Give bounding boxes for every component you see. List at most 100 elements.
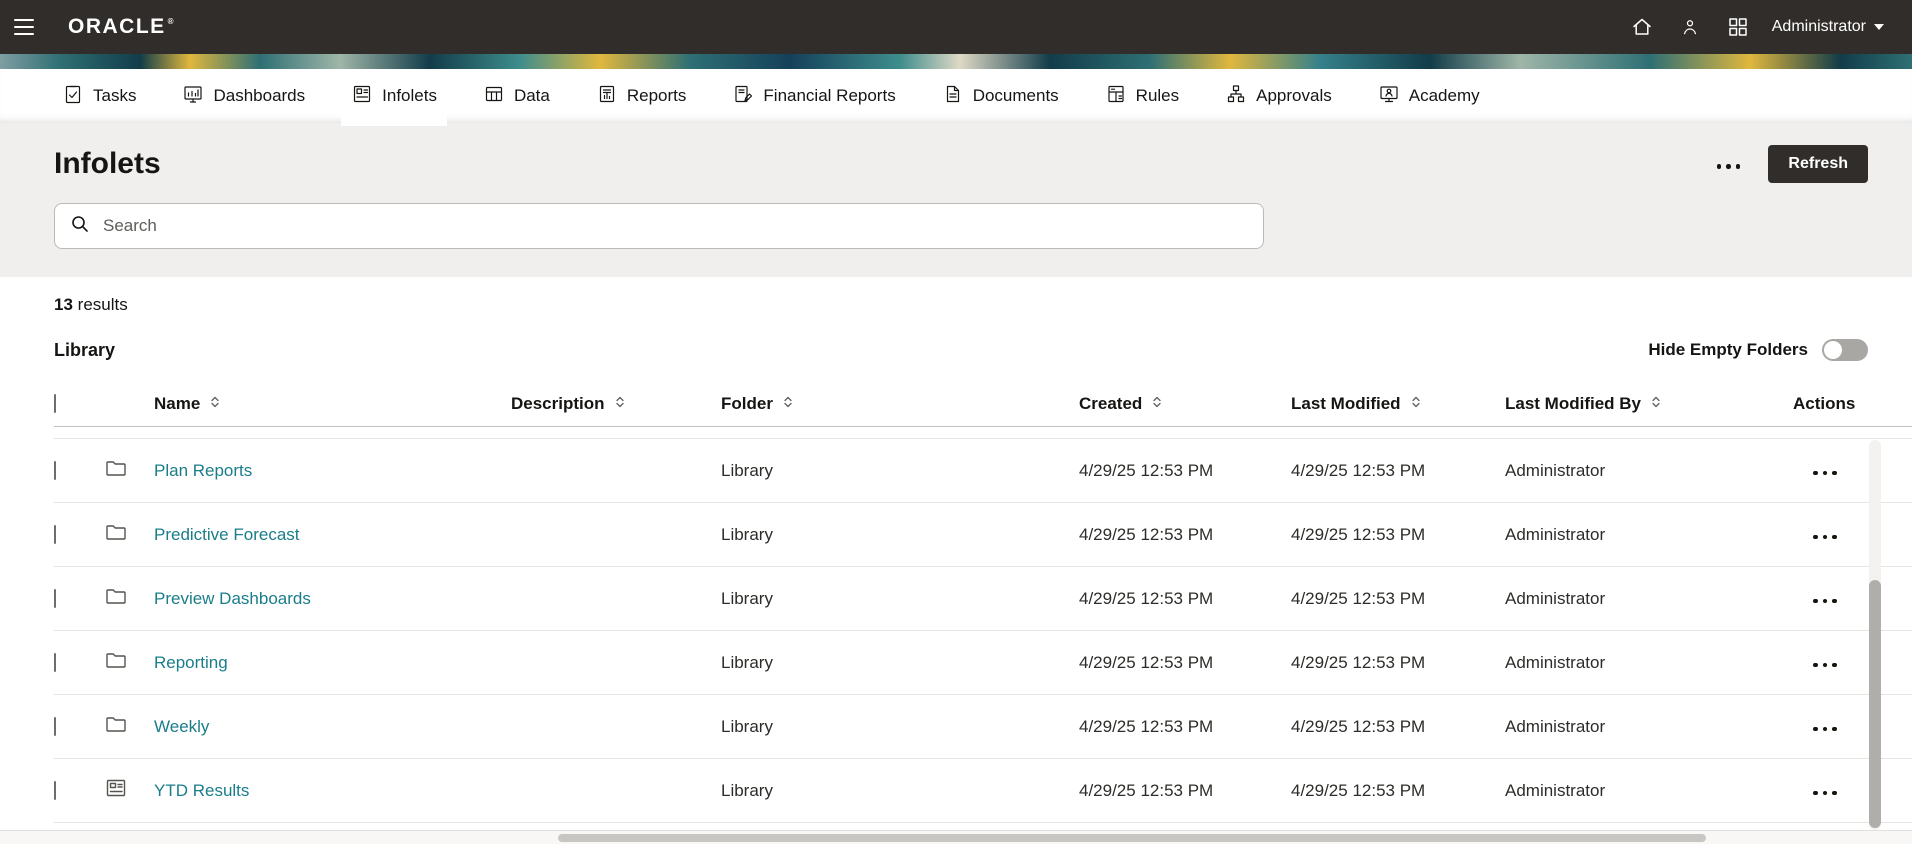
tab-label: Academy	[1408, 86, 1480, 105]
main-navigation: Tasks Dashboards Infolets Data Reports F…	[0, 69, 1912, 123]
row-actions-button[interactable]	[1805, 519, 1845, 550]
scrolled-row-edge	[54, 427, 1912, 439]
created-cell: 4/29/25 12:53 PM	[1079, 524, 1214, 544]
sort-icon	[781, 394, 795, 414]
row-actions-button[interactable]	[1805, 775, 1845, 806]
last-modified-cell: 4/29/25 12:53 PM	[1291, 780, 1426, 800]
tab-label: Infolets	[382, 86, 437, 105]
tab-infolets[interactable]: Infolets	[351, 69, 437, 123]
last-modified-cell: 4/29/25 12:53 PM	[1291, 652, 1426, 672]
academy-icon	[1378, 83, 1400, 110]
last-modified-cell: 4/29/25 12:53 PM	[1291, 460, 1426, 480]
row-checkbox[interactable]	[54, 524, 56, 544]
item-name-link[interactable]: Plan Reports	[154, 461, 252, 480]
accessibility-person-icon[interactable]	[1672, 9, 1708, 45]
row-actions-button[interactable]	[1805, 647, 1845, 678]
application-window: ORACLE ® Administrator Tasks Dashboards	[0, 0, 1912, 844]
approvals-icon	[1225, 83, 1247, 110]
tab-approvals[interactable]: Approvals	[1225, 69, 1332, 123]
hamburger-menu-icon[interactable]	[14, 10, 48, 44]
last-modified-by-cell: Administrator	[1505, 780, 1606, 800]
folder-cell: Library	[721, 460, 773, 480]
tab-dashboards[interactable]: Dashboards	[182, 69, 305, 123]
ellipsis-icon	[1813, 470, 1837, 475]
tab-tasks[interactable]: Tasks	[62, 69, 136, 123]
last-modified-by-cell: Administrator	[1505, 588, 1606, 608]
folder-icon	[104, 712, 154, 741]
ellipsis-icon	[1813, 790, 1837, 795]
tab-academy[interactable]: Academy	[1378, 69, 1480, 123]
item-name-link[interactable]: Weekly	[154, 717, 209, 736]
row-checkbox[interactable]	[54, 588, 56, 608]
search-bar	[54, 203, 1264, 249]
hide-empty-folders-toggle[interactable]	[1822, 339, 1868, 361]
table-row: Plan Reports Library 4/29/25 12:53 PM 4/…	[54, 439, 1912, 503]
vertical-scrollbar-thumb[interactable]	[1869, 580, 1881, 828]
sort-icon	[1150, 394, 1164, 414]
row-actions-button[interactable]	[1805, 455, 1845, 486]
item-name-link[interactable]: Reporting	[154, 653, 228, 672]
folder-icon	[104, 648, 154, 677]
item-name-link[interactable]: Predictive Forecast	[154, 525, 300, 544]
horizontal-scrollbar-track[interactable]	[0, 830, 1912, 844]
table-row: Predictive Forecast Library 4/29/25 12:5…	[54, 503, 1912, 567]
row-checkbox[interactable]	[54, 780, 56, 800]
refresh-button[interactable]: Refresh	[1768, 145, 1868, 183]
last-modified-cell: 4/29/25 12:53 PM	[1291, 588, 1426, 608]
last-modified-by-cell: Administrator	[1505, 524, 1606, 544]
oracle-logo-text: ORACLE	[68, 15, 166, 38]
ellipsis-icon	[1813, 726, 1837, 731]
column-header-last-modified-by[interactable]: Last Modified By	[1505, 394, 1793, 414]
library-section-label: Library	[54, 339, 116, 360]
tab-documents[interactable]: Documents	[942, 69, 1059, 123]
results-count-label: results	[77, 295, 128, 314]
tab-label: Reports	[626, 86, 687, 105]
row-checkbox[interactable]	[54, 652, 56, 672]
table-row: YTD Results Library 4/29/25 12:53 PM 4/2…	[54, 759, 1912, 823]
row-checkbox[interactable]	[54, 716, 56, 736]
last-modified-by-cell: Administrator	[1505, 460, 1606, 480]
tab-financial-reports[interactable]: Financial Reports	[732, 69, 896, 123]
folder-icon	[104, 584, 154, 613]
tab-label: Rules	[1135, 86, 1180, 105]
tab-label: Financial Reports	[763, 86, 896, 105]
tab-reports[interactable]: Reports	[596, 69, 687, 123]
page-header: Infolets Refresh	[0, 123, 1912, 277]
column-header-created[interactable]: Created	[1079, 394, 1291, 414]
last-modified-cell: 4/29/25 12:53 PM	[1291, 524, 1426, 544]
tab-data[interactable]: Data	[483, 69, 550, 123]
column-header-actions: Actions	[1793, 393, 1856, 413]
tab-rules[interactable]: Rules	[1105, 69, 1179, 123]
horizontal-scrollbar-thumb[interactable]	[558, 834, 1706, 842]
column-header-description[interactable]: Description	[511, 394, 721, 414]
user-name-label: Administrator	[1771, 18, 1866, 35]
folder-cell: Library	[721, 780, 773, 800]
table-row: Weekly Library 4/29/25 12:53 PM 4/29/25 …	[54, 695, 1912, 759]
toggle-knob	[1824, 341, 1842, 359]
home-icon[interactable]	[1624, 9, 1660, 45]
decorative-banner-image	[0, 54, 1912, 69]
library-section-bar: Library Hide Empty Folders	[0, 339, 1912, 361]
app-grid-icon[interactable]	[1720, 9, 1756, 45]
created-cell: 4/29/25 12:53 PM	[1079, 716, 1214, 736]
table-row: Reporting Library 4/29/25 12:53 PM 4/29/…	[54, 631, 1912, 695]
search-input[interactable]	[103, 216, 1249, 236]
row-checkbox[interactable]	[54, 460, 56, 480]
search-icon	[69, 213, 91, 240]
select-all-checkbox[interactable]	[54, 393, 56, 413]
sort-icon	[1409, 394, 1423, 414]
item-name-link[interactable]: YTD Results	[154, 781, 249, 800]
column-header-last-modified[interactable]: Last Modified	[1291, 394, 1505, 414]
tab-label: Approvals	[1256, 86, 1332, 105]
last-modified-by-cell: Administrator	[1505, 716, 1606, 736]
row-actions-button[interactable]	[1805, 711, 1845, 742]
item-name-link[interactable]: Preview Dashboards	[154, 589, 311, 608]
infolets-icon	[351, 83, 373, 110]
column-header-name[interactable]: Name	[154, 394, 511, 414]
column-header-folder[interactable]: Folder	[721, 394, 1079, 414]
more-actions-button[interactable]	[1713, 149, 1745, 180]
folder-icon	[104, 520, 154, 549]
row-actions-button[interactable]	[1805, 583, 1845, 614]
infolet-icon	[104, 776, 154, 805]
user-menu-button[interactable]: Administrator	[1772, 18, 1884, 36]
